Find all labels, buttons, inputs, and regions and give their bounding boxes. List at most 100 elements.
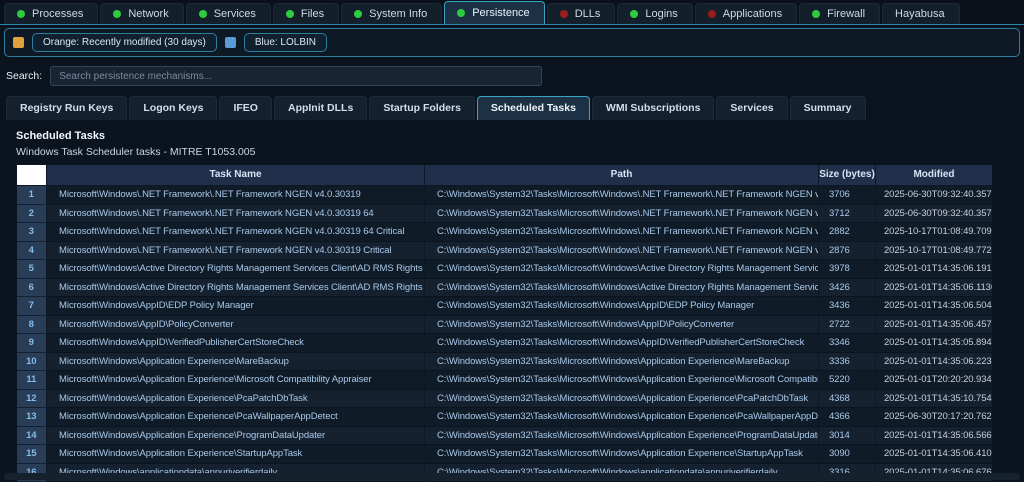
col-header-size[interactable]: Size (bytes) (819, 165, 876, 186)
table-row[interactable]: 11Microsoft\Windows\Application Experien… (17, 371, 993, 390)
tab-files[interactable]: Files (273, 3, 339, 24)
rownum-cell: 10 (17, 352, 47, 371)
modified-cell: 2025-01-01T14:35:06.113671 (876, 278, 993, 297)
name-cell: Microsoft\Windows\Application Experience… (47, 426, 425, 445)
size-cell: 2876 (819, 241, 876, 260)
col-header-task-name[interactable]: Task Name (47, 165, 425, 186)
search-row: Search: (6, 66, 1018, 86)
name-cell: Microsoft\Windows\Application Experience… (47, 371, 425, 390)
tab-label: DLLs (575, 8, 601, 20)
legend-label: Blue: LOLBIN (244, 33, 327, 52)
name-cell: Microsoft\Windows\.NET Framework\.NET Fr… (47, 223, 425, 242)
name-cell: Microsoft\Windows\.NET Framework\.NET Fr… (47, 241, 425, 260)
tab-hayabusa[interactable]: Hayabusa (882, 3, 960, 24)
tasks-table-body: 1Microsoft\Windows\.NET Framework\.NET F… (17, 186, 993, 482)
subtab-summary[interactable]: Summary (790, 96, 866, 120)
table-row[interactable]: 6Microsoft\Windows\Active Directory Righ… (17, 278, 993, 297)
table-row[interactable]: 9Microsoft\Windows\AppID\VerifiedPublish… (17, 334, 993, 353)
subtab-ifeo[interactable]: IFEO (219, 96, 272, 120)
rownum-cell: 3 (17, 223, 47, 242)
path-cell: C:\Windows\System32\Tasks\Microsoft\Wind… (425, 260, 819, 279)
search-label: Search: (6, 70, 42, 82)
name-cell: Microsoft\Windows\AppID\PolicyConverter (47, 315, 425, 334)
subtab-scheduled-tasks[interactable]: Scheduled Tasks (477, 96, 590, 120)
table-row[interactable]: 3Microsoft\Windows\.NET Framework\.NET F… (17, 223, 993, 242)
tab-processes[interactable]: Processes (4, 3, 98, 24)
modified-cell: 2025-06-30T20:17:20.762824 (876, 408, 993, 427)
size-cell: 4368 (819, 389, 876, 408)
tab-label: Logins (645, 8, 677, 20)
table-row[interactable]: 8Microsoft\Windows\AppID\PolicyConverter… (17, 315, 993, 334)
green-status-dot-icon (17, 10, 25, 18)
path-cell: C:\Windows\System32\Tasks\Microsoft\Wind… (425, 426, 819, 445)
subtab-wmi-subscriptions[interactable]: WMI Subscriptions (592, 96, 715, 120)
path-cell: C:\Windows\System32\Tasks\Microsoft\Wind… (425, 278, 819, 297)
rownum-cell: 7 (17, 297, 47, 316)
tab-label: System Info (369, 8, 427, 20)
table-row[interactable]: 5Microsoft\Windows\Active Directory Righ… (17, 260, 993, 279)
col-header-modified[interactable]: Modified (876, 165, 993, 186)
tab-logins[interactable]: Logins (617, 3, 692, 24)
name-cell: Microsoft\Windows\AppID\EDP Policy Manag… (47, 297, 425, 316)
table-row[interactable]: 14Microsoft\Windows\Application Experien… (17, 426, 993, 445)
subtab-appinit-dlls[interactable]: AppInit DLLs (274, 96, 367, 120)
path-cell: C:\Windows\System32\Tasks\Microsoft\Wind… (425, 315, 819, 334)
size-cell: 3336 (819, 352, 876, 371)
table-row[interactable]: 4Microsoft\Windows\.NET Framework\.NET F… (17, 241, 993, 260)
rownum-cell: 14 (17, 426, 47, 445)
col-header-path[interactable]: Path (425, 165, 819, 186)
green-status-dot-icon (354, 10, 362, 18)
tab-network[interactable]: Network (100, 3, 183, 24)
path-cell: C:\Windows\System32\Tasks\Microsoft\Wind… (425, 389, 819, 408)
subtab-logon-keys[interactable]: Logon Keys (129, 96, 217, 120)
tab-label: Applications (723, 8, 782, 20)
path-cell: C:\Windows\System32\Tasks\Microsoft\Wind… (425, 297, 819, 316)
tab-persistence[interactable]: Persistence (444, 1, 544, 24)
rownum-cell: 5 (17, 260, 47, 279)
tab-firewall[interactable]: Firewall (799, 3, 880, 24)
search-input[interactable] (50, 66, 542, 86)
tab-label: Processes (32, 8, 83, 20)
persistence-subtab-bar: Registry Run KeysLogon KeysIFEOAppInit D… (6, 96, 1024, 120)
table-row[interactable]: 2Microsoft\Windows\.NET Framework\.NET F… (17, 204, 993, 223)
table-row[interactable]: 7Microsoft\Windows\AppID\EDP Policy Mana… (17, 297, 993, 316)
tab-system-info[interactable]: System Info (341, 3, 442, 24)
tab-dlls[interactable]: DLLs (547, 3, 616, 24)
top-tab-bar: Processes NetworkServicesFiles System Info… (0, 0, 1024, 24)
size-cell: 3436 (819, 297, 876, 316)
size-cell: 2722 (819, 315, 876, 334)
size-cell: 3014 (819, 426, 876, 445)
table-row[interactable]: 1Microsoft\Windows\.NET Framework\.NET F… (17, 186, 993, 205)
horizontal-scrollbar[interactable] (4, 473, 1020, 480)
modified-cell: 2025-01-01T14:35:06.566737 (876, 426, 993, 445)
rownum-cell: 15 (17, 445, 47, 464)
path-cell: C:\Windows\System32\Tasks\Microsoft\Wind… (425, 371, 819, 390)
subtab-startup-folders[interactable]: Startup Folders (369, 96, 475, 120)
tab-applications[interactable]: Applications (695, 3, 797, 24)
modified-cell: 2025-01-01T14:35:06.191906 (876, 260, 993, 279)
table-row[interactable]: 10Microsoft\Windows\Application Experien… (17, 352, 993, 371)
subtab-registry-run-keys[interactable]: Registry Run Keys (6, 96, 127, 120)
green-status-dot-icon (286, 10, 294, 18)
rownum-cell: 4 (17, 241, 47, 260)
modified-cell: 2025-01-01T14:35:06.504445 (876, 297, 993, 316)
size-cell: 3346 (819, 334, 876, 353)
rownum-cell: 9 (17, 334, 47, 353)
table-row[interactable]: 12Microsoft\Windows\Application Experien… (17, 389, 993, 408)
red-status-dot-icon (560, 10, 568, 18)
size-cell: 2882 (819, 223, 876, 242)
subtab-services[interactable]: Services (716, 96, 787, 120)
size-cell: 3712 (819, 204, 876, 223)
size-cell: 4366 (819, 408, 876, 427)
table-row[interactable]: 15Microsoft\Windows\Application Experien… (17, 445, 993, 464)
size-cell: 3090 (819, 445, 876, 464)
rownum-cell: 12 (17, 389, 47, 408)
table-row[interactable]: 13Microsoft\Windows\Application Experien… (17, 408, 993, 427)
persistence-panel: Orange: Recently modified (30 days)Blue:… (0, 24, 1024, 482)
size-cell: 5220 (819, 371, 876, 390)
name-cell: Microsoft\Windows\Application Experience… (47, 445, 425, 464)
red-status-dot-icon (708, 10, 716, 18)
name-cell: Microsoft\Windows\AppID\VerifiedPublishe… (47, 334, 425, 353)
tab-services[interactable]: Services (186, 3, 271, 24)
path-cell: C:\Windows\System32\Tasks\Microsoft\Wind… (425, 223, 819, 242)
